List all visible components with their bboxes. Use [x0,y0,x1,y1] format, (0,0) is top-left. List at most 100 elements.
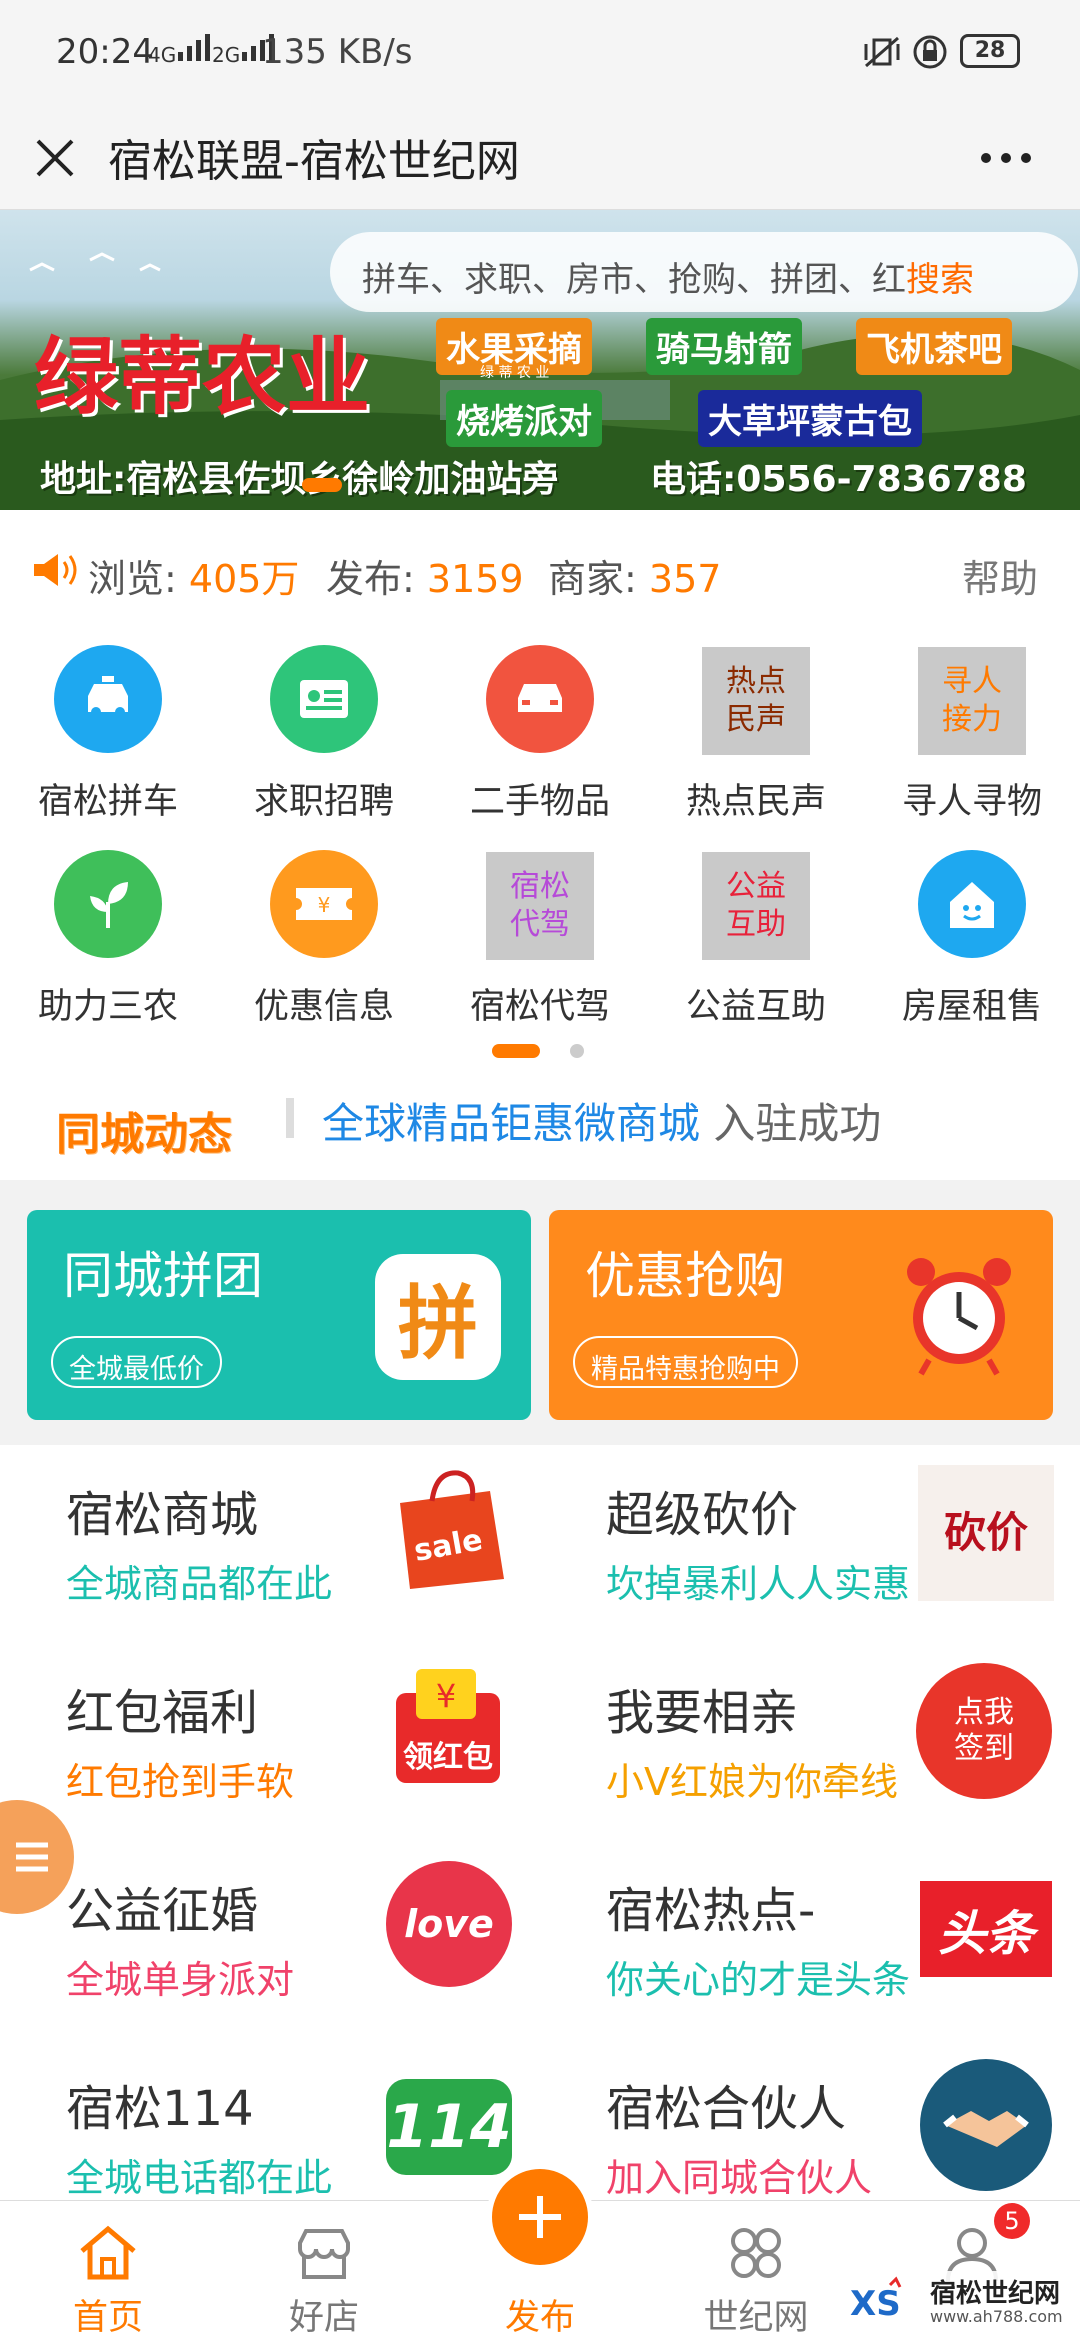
category-lost-found[interactable]: 寻人 接力 寻人寻物 [864,645,1080,845]
promo-section: 同城拼团 全城最低价 拼 优惠抢购 精品特惠抢购中 [0,1180,1080,1445]
category-label: 助力三农 [37,987,178,1027]
svg-text:领红包: 领红包 [403,1740,493,1775]
tab-home[interactable]: 首页 [0,2201,216,2341]
status-time: 20:24 [56,32,154,72]
banner-dot-active[interactable] [302,478,342,492]
category-housing[interactable]: 房屋租售 [864,850,1080,1050]
category-designated-driver[interactable]: 宿松 代驾 宿松代驾 [432,850,648,1050]
home-icon [80,2225,136,2280]
feature-114[interactable]: 宿松114 全城电话都在此 114 [0,2039,540,2200]
watermark: 宿松世纪网 www.ah788.com XS [846,2271,1076,2337]
watermark-logo-icon: XS [850,2276,902,2324]
news-item[interactable]: 全球精品钜惠微商城 入驻成功 [322,1090,881,1151]
feature-red-packet[interactable]: 红包福利 红包抢到手软 ¥ 领红包 [0,1643,540,1843]
category-carpool[interactable]: 宿松拼车 [0,645,216,845]
promo-title: 同城拼团 [63,1247,263,1305]
feature-title: 我要相亲 [606,1685,799,1741]
lock-rotation-icon [912,34,948,74]
views-stat: 浏览: 405万 [88,557,300,601]
signal-icon-4g: 4G [148,32,214,67]
svg-text:¥: ¥ [436,1677,456,1715]
category-secondhand[interactable]: 二手物品 [432,645,648,845]
help-link[interactable]: 帮助 [962,548,1038,603]
category-label: 优惠信息 [253,987,394,1027]
banner-brand: 绿蒂农业 [34,328,371,426]
feature-subtitle: 红包抢到手软 [66,1760,295,1804]
feature-bargain[interactable]: 超级砍价 坎掉暴利人人实惠 砍价 [540,1445,1080,1645]
merchants-stat: 商家: 357 [548,557,722,601]
banner-sign: 绿 蒂 农 业 [480,365,550,381]
alarm-clock-icon [899,1250,1019,1384]
feature-title: 宿松合伙人 [606,2081,847,2137]
feature-subtitle: 小V红娘为你牵线 [606,1760,898,1804]
feature-title: 宿松商城 [66,1487,259,1543]
vibrate-mute-icon [862,34,902,74]
tab-bar: 首页 好店 发布 世纪网 5 宿松世纪网 www.ah788.com XS [0,2163,1080,2341]
feature-title: 宿松114 [66,2081,254,2137]
notification-badge: 5 [994,2203,1030,2239]
banner-tag: 飞机茶吧 [856,318,1012,375]
group-buy-card[interactable]: 同城拼团 全城最低价 拼 [27,1210,531,1420]
banner-tag: 烧烤派对 [446,390,602,447]
category-charity[interactable]: 公益 互助 公益互助 [648,850,864,1050]
news-heading: 同城动态 [56,1109,232,1160]
feature-list: 宿松商城 全城商品都在此 sale 超级砍价 坎掉暴利人人实惠 砍价 红包福利 … [0,1445,1080,2200]
feature-charity-match[interactable]: 公益征婚 全城单身派对 love [0,1841,540,2041]
category-label: 宿松拼车 [37,782,178,822]
feature-partner[interactable]: 宿松合伙人 加入同城合伙人 [540,2039,1080,2200]
banner-phone: 电话:0556-7836788 [650,459,1027,500]
group-buy-icon: 拼 [375,1254,501,1380]
search-bar[interactable]: 拼车、求职、房市、抢购、拼团、红搜索 [330,232,1078,312]
pager-dot-active[interactable] [492,1044,540,1058]
search-button[interactable]: 搜索 [906,260,974,300]
feature-title: 红包福利 [66,1685,259,1741]
tab-publish[interactable]: 发布 [432,2163,648,2341]
close-icon[interactable] [30,127,80,187]
news-ticker[interactable]: 同城动态 全球精品钜惠微商城 入驻成功 [0,1070,1080,1180]
red-packet-icon: ¥ 领红包 [386,1663,512,1789]
publish-button[interactable] [486,2163,594,2271]
feature-subtitle: 全城单身派对 [66,1958,295,2002]
grid-icon [731,2228,781,2278]
category-deals[interactable]: ¥ 优惠信息 [216,850,432,1050]
sprout-icon [54,850,162,958]
car-front-icon [486,645,594,753]
feature-dating[interactable]: 我要相亲 小V红娘为你牵线 点我 签到 [540,1643,1080,1843]
tab-label: 世纪网 [703,2298,809,2338]
feature-hot-news[interactable]: 宿松热点- 你关心的才是头条 头条 [540,1841,1080,2041]
feature-subtitle: 全城商品都在此 [66,1562,333,1606]
bargain-icon: 砍价 [918,1465,1054,1601]
feature-title: 宿松热点- [606,1883,816,1939]
charity-icon: 公益 互助 [702,852,810,960]
stats-bar: 浏览: 405万 发布: 3159 商家: 357 帮助 [0,510,1080,625]
tab-label: 首页 [72,2298,143,2338]
shop-icon [298,2229,350,2279]
plus-icon [519,2196,561,2238]
category-hot-voice[interactable]: 热点 民声 热点民声 [648,645,864,845]
shopping-bag-icon: sale [386,1465,512,1591]
title-bar: 宿松联盟-宿松世纪网 [0,105,1080,210]
flash-sale-card[interactable]: 优惠抢购 精品特惠抢购中 [549,1210,1053,1420]
banner-ad[interactable]: 拼车、求职、房市、抢购、拼团、红搜索 绿蒂农业 水果采摘 骑马射箭 飞机茶吧 烧… [0,210,1080,510]
tab-shops[interactable]: 好店 [216,2201,432,2341]
status-bar: 20:24 4G 2G 135 KB/s 28 [0,0,1080,105]
menu-icon [16,1842,48,1872]
category-jobs[interactable]: 求职招聘 [216,645,432,845]
phone-book-icon: 114 [386,2079,512,2175]
speaker-icon [30,550,80,594]
search-placeholder: 拼车、求职、房市、抢购、拼团、红 [362,260,906,300]
hot-voice-icon: 热点 民声 [702,647,810,755]
net-speed: 135 KB/s [262,32,413,72]
pager-dot[interactable] [570,1044,584,1058]
tab-century-net[interactable]: 世纪网 [648,2201,864,2341]
house-icon [918,850,1026,958]
category-grid: 宿松拼车 求职招聘 二手物品 热点 民声 热点民声 寻人 接力 寻人寻物 助力三… [0,625,1080,1040]
category-agriculture[interactable]: 助力三农 [0,850,216,1050]
car-icon [54,645,162,753]
page-title: 宿松联盟-宿松世纪网 [108,136,520,187]
feature-title: 公益征婚 [66,1883,259,1939]
category-label: 房屋租售 [901,987,1042,1027]
more-menu-icon[interactable] [976,133,1036,183]
tab-label: 发布 [504,2298,575,2338]
feature-mall[interactable]: 宿松商城 全城商品都在此 sale [0,1445,540,1645]
